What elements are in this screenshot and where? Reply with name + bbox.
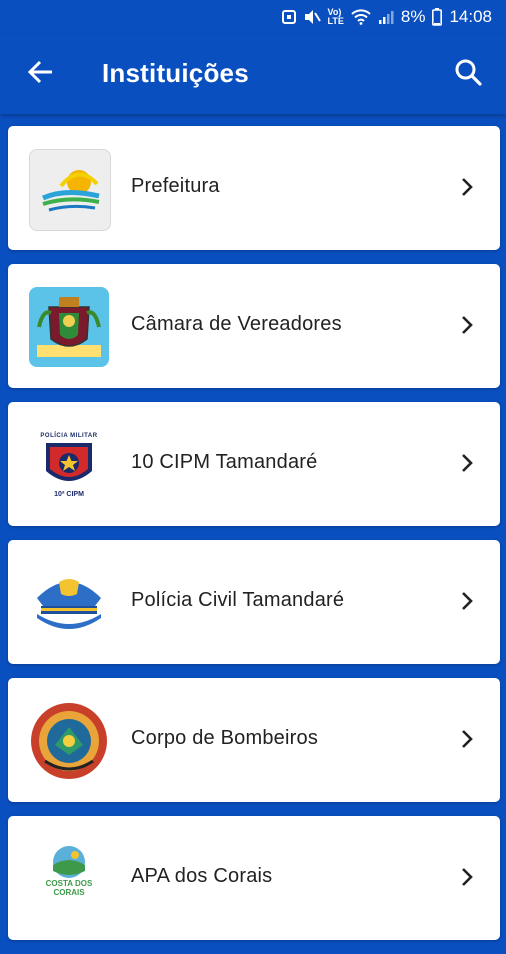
badge-caption: 10ª CIPM xyxy=(54,490,84,498)
mute-icon xyxy=(303,9,321,25)
page-title: Instituições xyxy=(102,58,249,88)
logo-caption: COSTA DOS CORAIS xyxy=(45,879,93,897)
list-item-prefeitura[interactable]: Prefeitura xyxy=(8,126,500,250)
item-label: APA dos Corais xyxy=(131,865,273,887)
wifi-icon xyxy=(351,9,371,25)
list-item-bombeiros[interactable]: Corpo de Bombeiros xyxy=(8,678,500,802)
chevron-right-icon xyxy=(460,314,474,341)
chevron-right-icon xyxy=(460,728,474,755)
prefeitura-logo xyxy=(29,149,111,231)
app-bar: Instituições xyxy=(0,34,506,114)
back-button[interactable] xyxy=(20,56,60,92)
list-item-10-cipm[interactable]: POLÍCIA MILITAR 10ª CIPM 10 CIPM Tamanda… xyxy=(8,402,500,526)
status-icons: Vo) LTE 8% 14:08 xyxy=(281,7,492,27)
volte-icon: Vo) LTE xyxy=(327,7,344,26)
apa-corais-logo: COSTA DOS CORAIS xyxy=(29,839,109,919)
battery-icon xyxy=(432,8,443,26)
item-label: Câmara de Vereadores xyxy=(131,313,342,335)
item-label: 10 CIPM Tamandaré xyxy=(131,451,318,473)
bombeiros-seal-logo xyxy=(29,701,109,781)
list-item-camara[interactable]: Câmara de Vereadores xyxy=(8,264,500,388)
policia-militar-badge-logo: POLÍCIA MILITAR 10ª CIPM xyxy=(29,425,109,505)
clock: 14:08 xyxy=(449,7,492,26)
alarm-icon xyxy=(281,9,296,25)
camara-coat-of-arms-logo xyxy=(29,287,109,367)
chevron-right-icon xyxy=(460,176,474,203)
search-button[interactable] xyxy=(448,56,488,92)
item-label: Corpo de Bombeiros xyxy=(131,727,319,749)
chevron-right-icon xyxy=(460,866,474,893)
search-icon xyxy=(454,58,482,91)
police-cap-logo xyxy=(29,563,109,643)
item-label: Prefeitura xyxy=(131,175,220,197)
battery-percent: 8% xyxy=(400,7,426,26)
status-bar: Vo) LTE 8% 14:08 xyxy=(0,0,506,34)
chevron-right-icon xyxy=(460,590,474,617)
list-item-policia-civil[interactable]: Polícia Civil Tamandaré xyxy=(8,540,500,664)
item-label: Polícia Civil Tamandaré xyxy=(131,589,345,611)
chevron-right-icon xyxy=(460,452,474,479)
signal-icon xyxy=(378,9,394,25)
arrow-left-icon xyxy=(27,60,53,89)
list-item-apa-corais[interactable]: COSTA DOS CORAIS APA dos Corais xyxy=(8,816,500,940)
institution-list: Prefeitura Câmara de Vereadores POLÍCIA … xyxy=(8,126,500,954)
